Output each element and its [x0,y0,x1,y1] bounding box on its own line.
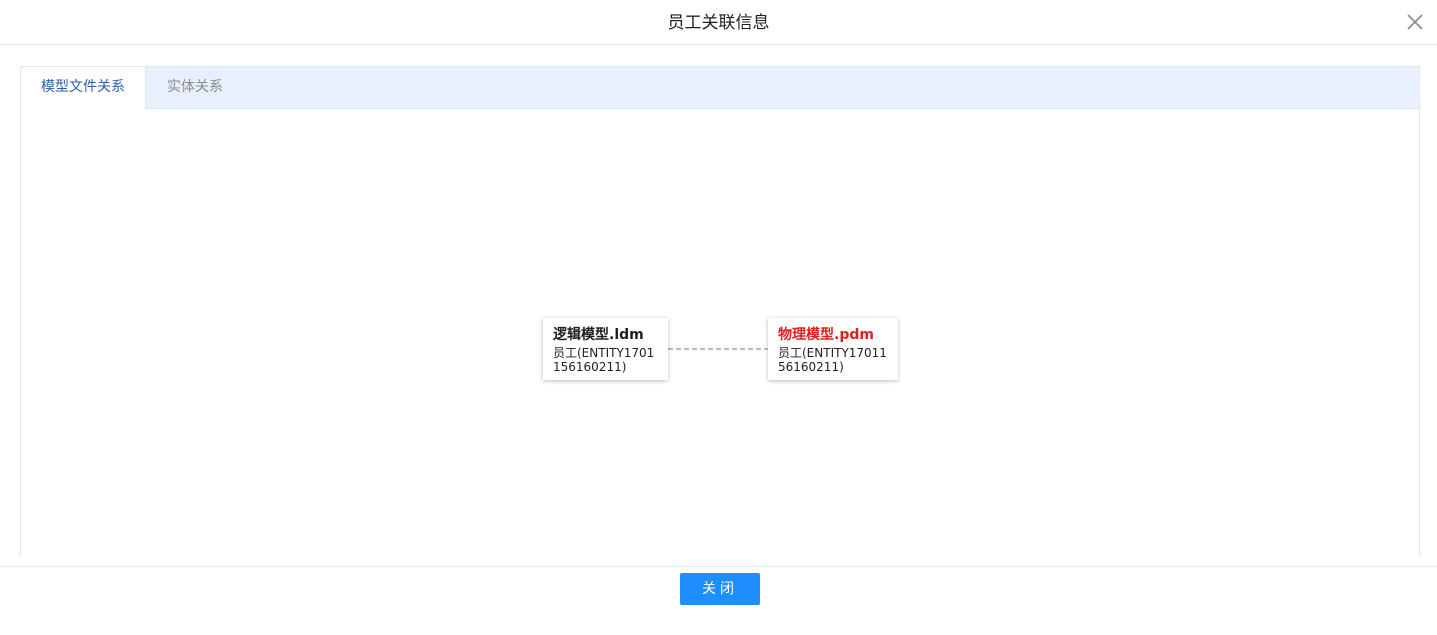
relation-graph: 逻辑模型.ldm 员工(ENTITY1701156160211) 物理模型.pd… [21,109,1419,557]
close-button[interactable]: 关闭 [680,573,760,605]
graph-node-logical-model[interactable]: 逻辑模型.ldm 员工(ENTITY1701156160211) [543,318,668,380]
graph-edge [668,348,768,350]
close-icon[interactable] [1405,12,1425,32]
dialog-title: 员工关联信息 [667,13,770,33]
node-subtitle: 员工(ENTITY1701156160211) [778,346,887,374]
graph-node-physical-model[interactable]: 物理模型.pdm 员工(ENTITY1701156160211) [768,318,898,380]
tab-bar: 模型文件关系 实体关系 [21,67,1419,109]
node-title: 物理模型.pdm [778,327,874,343]
tab-model-file-relation[interactable]: 模型文件关系 [21,67,146,109]
relation-panel: 模型文件关系 实体关系 逻辑模型.ldm 员工(ENTITY1701156160… [20,66,1420,556]
node-title: 逻辑模型.ldm [553,327,644,343]
dialog-header: 员工关联信息 [0,0,1437,45]
dialog-footer: 关闭 [0,566,1437,635]
tab-entity-relation[interactable]: 实体关系 [147,67,243,109]
association-dialog: 员工关联信息 模型文件关系 实体关系 逻辑模型.ldm 员工(ENTITY170… [0,0,1437,635]
node-subtitle: 员工(ENTITY1701156160211) [553,346,655,374]
